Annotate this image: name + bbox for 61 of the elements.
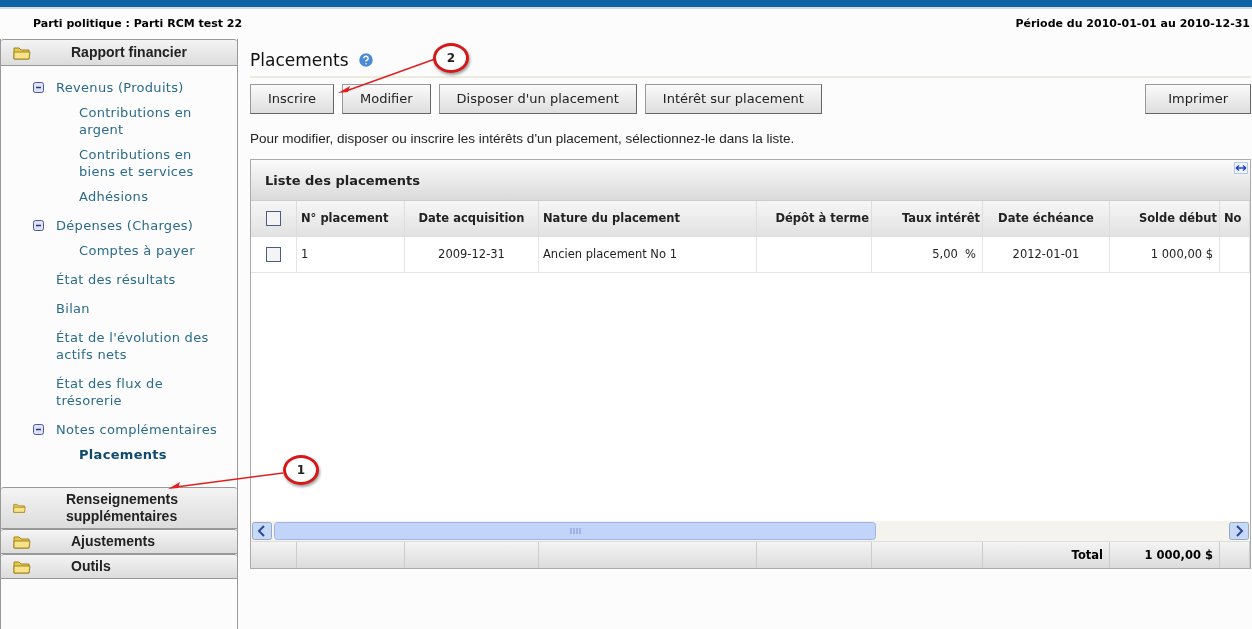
toolbar-button[interactable]: Inscrire: [250, 84, 334, 114]
table-cell: 1: [301, 246, 309, 264]
column-header[interactable]: No: [1224, 210, 1242, 228]
checkbox[interactable]: [266, 247, 281, 263]
print-button[interactable]: Imprimer: [1145, 84, 1251, 114]
tree-item[interactable]: Bilan: [56, 300, 102, 317]
tree-item[interactable]: État des résultats: [56, 271, 188, 288]
scrollbar-thumb[interactable]: [274, 522, 876, 541]
tree-item[interactable]: État de l'évolution des actifs nets: [56, 329, 237, 363]
folder-icon: [13, 559, 31, 574]
column-header[interactable]: Nature du placement: [543, 210, 680, 228]
checkbox[interactable]: [266, 211, 281, 227]
section-title: Ajustements: [71, 533, 156, 550]
column-header[interactable]: Solde début: [1138, 210, 1217, 228]
instructions-text: Pour modifier, disposer ou inscrire les intérêts d'un placement, sélectionnez-le dans la liste.: [250, 130, 796, 148]
column-header[interactable]: Date acquisition: [418, 210, 525, 228]
section-header[interactable]: Outils: [1, 554, 237, 579]
section-title: Outils: [71, 558, 111, 575]
table-cell: 2009-12-31: [438, 246, 505, 264]
callout-badge: 2: [433, 43, 469, 73]
folder-icon: [13, 534, 31, 549]
page-title: Placements: [250, 49, 349, 71]
column-header[interactable]: N° placement: [301, 210, 389, 228]
section-header[interactable]: Rapport financier: [1, 39, 237, 66]
total-label: Total: [1071, 546, 1103, 564]
folder-icon: [13, 45, 31, 60]
tree-item[interactable]: Dépenses (Charges): [56, 217, 206, 234]
section-title: Renseignements supplémentaires: [65, 491, 179, 525]
resize-icon[interactable]: [1234, 162, 1248, 175]
column-header[interactable]: Date échéance: [998, 210, 1094, 228]
table-cell: 1 000,00 $: [1150, 246, 1213, 264]
collapse-icon[interactable]: [33, 220, 44, 231]
scroll-left-icon[interactable]: [252, 522, 272, 541]
collapse-icon[interactable]: [33, 424, 44, 435]
section-header[interactable]: Renseignements supplémentaires: [1, 487, 237, 529]
table-cell: Ancien placement No 1: [543, 246, 677, 264]
tree-item[interactable]: Placements: [79, 446, 179, 463]
scroll-right-icon[interactable]: [1229, 522, 1249, 541]
folder-icon: [13, 501, 26, 515]
tree-item[interactable]: Contributions en biens et services: [79, 146, 237, 180]
tree-item[interactable]: Comptes à payer: [79, 242, 207, 259]
total-amount: 1 000,00 $: [1144, 546, 1213, 564]
table-title: Liste des placements: [265, 171, 421, 190]
tree-item[interactable]: Contributions en argent: [79, 104, 237, 138]
toolbar-button[interactable]: Modifier: [342, 84, 431, 114]
table-cell: 2012-01-01: [1012, 246, 1080, 264]
section-header[interactable]: Ajustements: [1, 529, 237, 554]
tree-item[interactable]: État des flux de trésorerie: [56, 375, 237, 409]
table-cell: 5,00 %: [932, 246, 976, 264]
column-header[interactable]: Taux intérêt: [901, 210, 980, 228]
tree-item[interactable]: Notes complémentaires: [56, 421, 229, 438]
column-header[interactable]: Dépôt à terme: [775, 210, 869, 228]
toolbar-button[interactable]: Intérêt sur placement: [644, 84, 822, 114]
section-title: Rapport financier: [71, 44, 187, 61]
tree-item[interactable]: Adhésions: [79, 188, 161, 205]
toolbar-button[interactable]: Disposer d'un placement: [438, 84, 637, 114]
tree-item[interactable]: Revenus (Produits): [56, 79, 196, 96]
party-name: Parti politique : Parti RCM test 22: [33, 15, 243, 32]
period-range: Période du 2010-01-01 au 2010-12-31: [1015, 15, 1250, 32]
help-icon[interactable]: [356, 51, 375, 69]
collapse-icon[interactable]: [33, 82, 44, 93]
